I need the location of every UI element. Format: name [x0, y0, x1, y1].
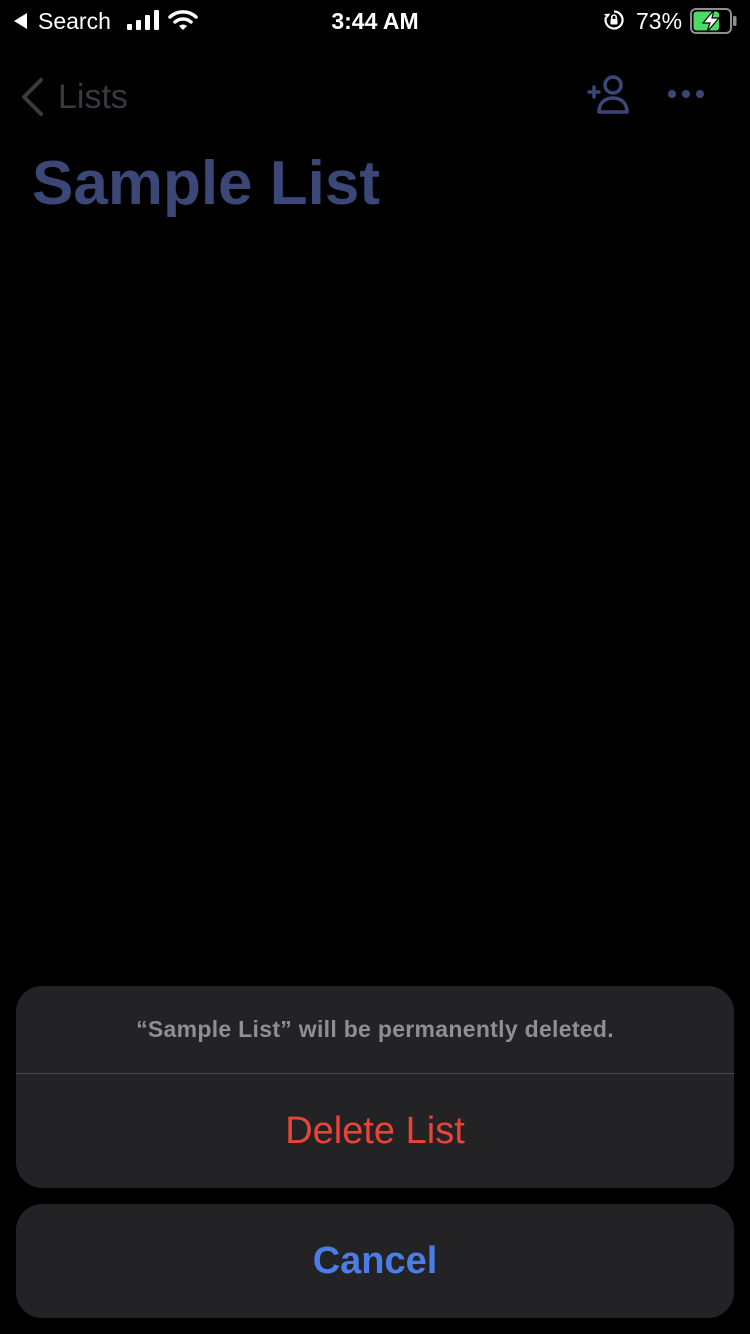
- battery-percent: 73%: [636, 8, 683, 34]
- back-label: Lists: [58, 78, 128, 116]
- orientation-lock-icon: [604, 10, 624, 30]
- status-bar: Search 3:44 AM 73%: [0, 0, 750, 40]
- page-title: Sample List: [32, 149, 380, 218]
- chevron-left-icon: [22, 78, 43, 116]
- back-to-lists-button[interactable]: Lists: [20, 76, 128, 118]
- action-sheet-message: “Sample List” will be permanently delete…: [136, 1016, 614, 1042]
- cancel-button[interactable]: Cancel: [16, 1204, 734, 1318]
- delete-list-button[interactable]: Delete List: [16, 1074, 734, 1188]
- add-person-icon[interactable]: [587, 74, 633, 116]
- more-icon[interactable]: [666, 82, 706, 106]
- action-sheet: “Sample List” will be permanently delete…: [16, 986, 734, 1188]
- battery-charging-icon: [690, 8, 737, 34]
